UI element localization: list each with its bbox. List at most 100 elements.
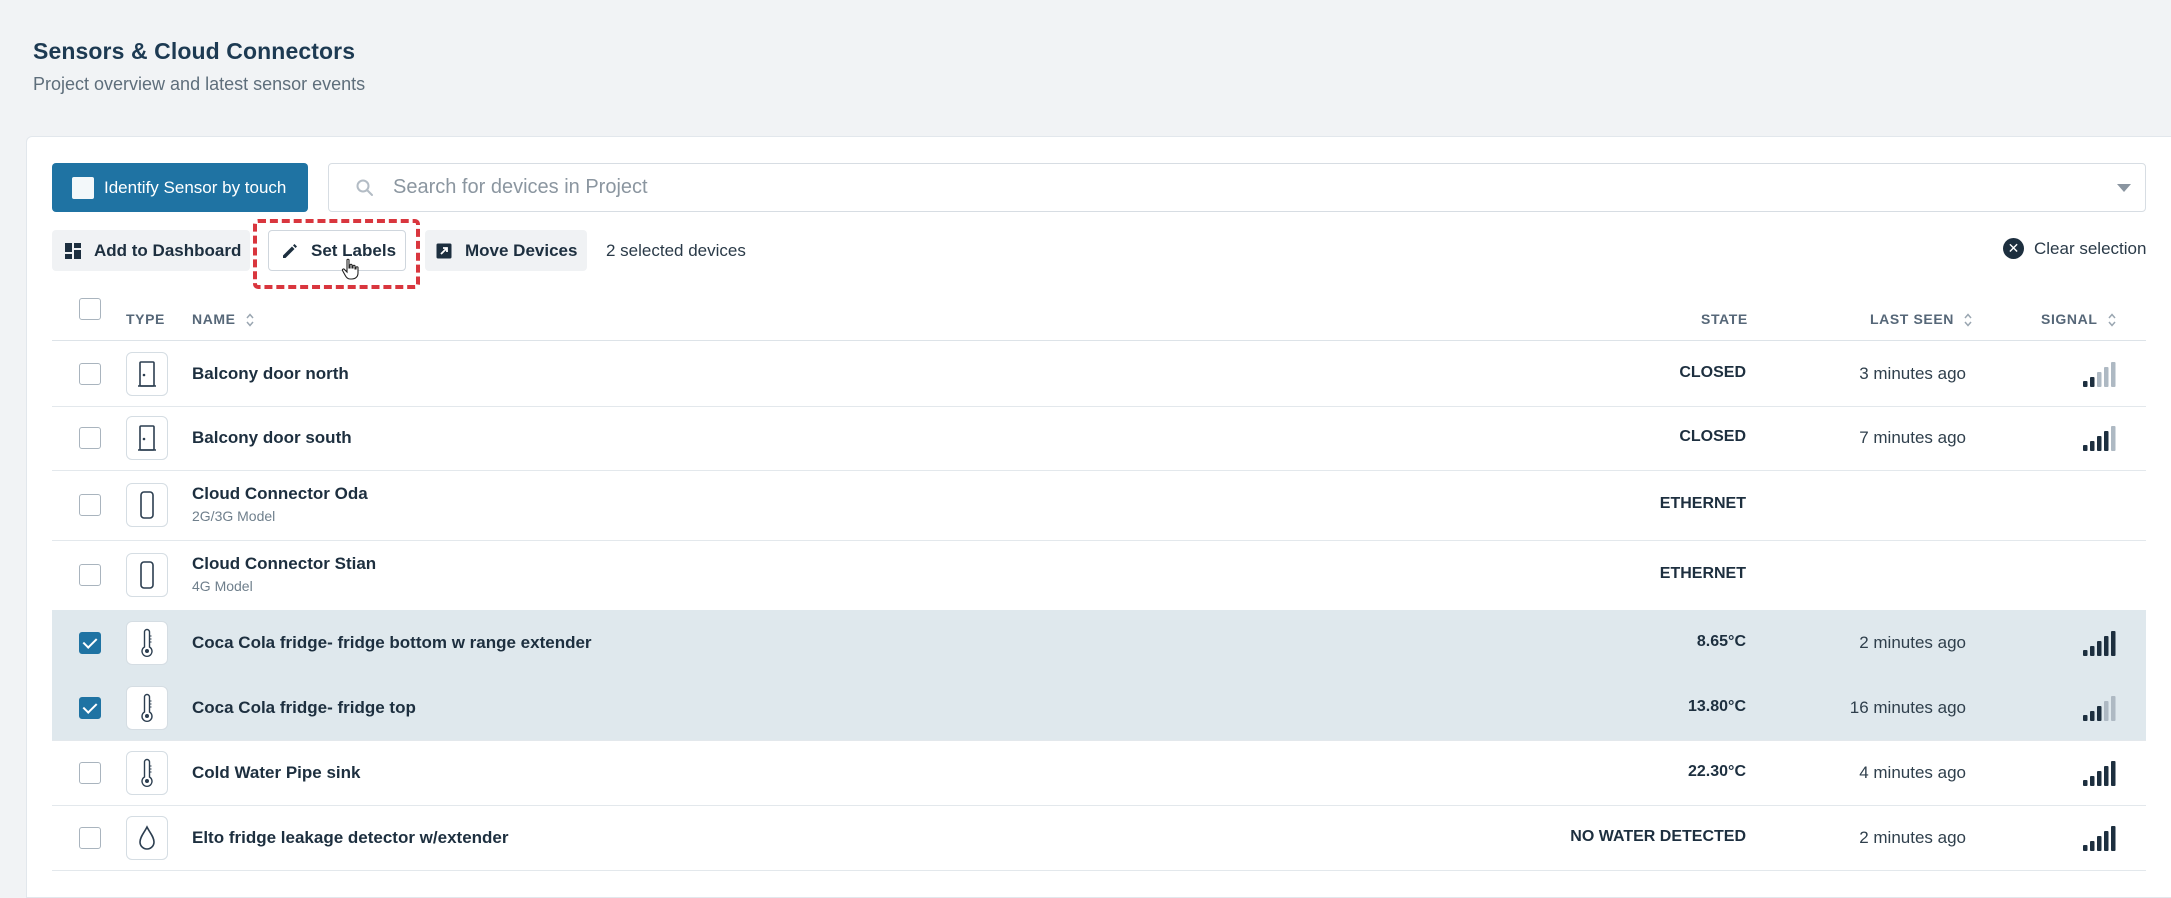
col-signal[interactable]: SIGNAL [2041, 311, 2116, 327]
close-icon: ✕ [2003, 238, 2024, 259]
row-checkbox[interactable] [79, 696, 101, 719]
thermometer-icon [126, 685, 168, 730]
device-name[interactable]: Coca Cola fridge- fridge bottom w range … [192, 633, 592, 653]
page-header: Sensors & Cloud Connectors Project overv… [33, 38, 365, 95]
device-state: 8.65°C [1696, 632, 1746, 650]
device-name[interactable]: Cold Water Pipe sink [192, 763, 360, 783]
signal-bar [2083, 844, 2088, 851]
identify-sensor-button[interactable]: Identify Sensor by touch [52, 163, 308, 212]
signal-bar [2090, 645, 2095, 656]
signal-bar [2090, 710, 2095, 721]
dashboard-icon [65, 242, 81, 259]
signal-bar [2111, 630, 2116, 656]
signal-bar [2104, 635, 2109, 656]
device-name[interactable]: Balcony door north [192, 364, 349, 384]
last-seen: 2 minutes ago [1859, 632, 1966, 652]
signal-bar [2104, 765, 2109, 786]
last-seen: 3 minutes ago [1859, 363, 1966, 383]
cloud-connector-icon [126, 483, 168, 527]
row-checkbox[interactable] [79, 631, 101, 654]
signal-strength-icon [2081, 759, 2119, 792]
table-row[interactable] [52, 540, 2146, 611]
device-name[interactable]: Coca Cola fridge- fridge top [192, 698, 416, 718]
signal-bar [2090, 441, 2095, 451]
device-name[interactable]: Cloud Connector Oda [192, 484, 368, 504]
signal-bar [2097, 835, 2102, 851]
sort-icon [246, 313, 254, 327]
signal-bar [2111, 426, 2116, 451]
select-all-checkbox[interactable] [79, 298, 101, 320]
signal-bar [2104, 366, 2109, 387]
device-state: CLOSED [1679, 428, 1746, 445]
signal-strength-icon [2081, 629, 2119, 662]
touch-sensor-icon [72, 176, 94, 199]
page-subtitle: Project overview and latest sensor event… [33, 74, 366, 94]
last-seen: 2 minutes ago [1859, 827, 1966, 847]
signal-bar [2083, 779, 2088, 786]
move-devices-button[interactable]: Move Devices [425, 230, 587, 271]
signal-bar [2111, 361, 2116, 387]
signal-bar [2097, 770, 2102, 786]
door-sensor-icon [126, 416, 168, 460]
sort-icon [2108, 313, 2116, 327]
row-checkbox[interactable] [79, 564, 101, 586]
row-checkbox[interactable] [79, 362, 101, 385]
clear-selection-button[interactable]: ✕ Clear selection [2003, 238, 2146, 259]
signal-bar [2090, 376, 2095, 387]
device-search[interactable] [328, 163, 2146, 212]
water-drop-icon [126, 815, 168, 860]
col-last-seen[interactable]: LAST SEEN [1870, 311, 1973, 327]
signal-bar [2090, 840, 2095, 851]
signal-bar [2111, 760, 2116, 786]
page-title: Sensors & Cloud Connectors [33, 38, 356, 64]
device-state: ETHERNET [1659, 495, 1746, 512]
device-model: 4G Model [192, 578, 253, 594]
thermometer-icon [126, 620, 168, 665]
search-icon [356, 179, 373, 196]
sort-icon [1964, 313, 1973, 327]
signal-bar [2090, 775, 2095, 786]
door-sensor-icon [126, 351, 168, 396]
signal-bar [2083, 380, 2088, 387]
col-type: TYPE [126, 311, 165, 327]
set-labels-highlight [253, 219, 420, 289]
move-devices-label: Move Devices [465, 240, 578, 260]
table-row[interactable] [52, 341, 2146, 407]
signal-bar [2097, 436, 2102, 451]
search-input[interactable] [391, 175, 1995, 200]
col-signal-label: SIGNAL [2041, 311, 2098, 327]
device-name[interactable]: Balcony door south [192, 428, 352, 448]
table-row[interactable] [52, 406, 2146, 471]
signal-bar [2097, 640, 2102, 656]
table-row[interactable] [52, 740, 2146, 806]
table-header [52, 290, 2146, 341]
cloud-connector-icon [126, 553, 168, 597]
move-arrow-icon [436, 243, 452, 258]
row-checkbox[interactable] [79, 494, 101, 516]
signal-strength-icon [2081, 824, 2119, 857]
chevron-down-icon[interactable] [2117, 184, 2131, 192]
signal-bar [2111, 825, 2116, 851]
signal-bar [2083, 714, 2088, 721]
row-checkbox[interactable] [79, 761, 101, 784]
col-name[interactable]: NAME [192, 311, 254, 327]
hand-cursor-icon [341, 258, 359, 280]
signal-strength-icon [2081, 694, 2119, 727]
device-state: 13.80°C [1688, 697, 1746, 715]
identify-sensor-label: Identify Sensor by touch [104, 177, 287, 197]
device-state: CLOSED [1679, 363, 1746, 381]
thermometer-icon [126, 750, 168, 795]
table-row[interactable] [52, 470, 2146, 541]
signal-bar [2083, 649, 2088, 656]
device-name[interactable]: Cloud Connector Stian [192, 554, 376, 574]
row-checkbox[interactable] [79, 826, 101, 849]
device-name[interactable]: Elto fridge leakage detector w/extender [192, 828, 508, 848]
signal-bar [2104, 431, 2109, 451]
device-state: 22.30°C [1688, 762, 1746, 780]
signal-bar [2111, 695, 2116, 721]
add-to-dashboard-button[interactable]: Add to Dashboard [52, 230, 250, 271]
signal-strength-icon [2081, 360, 2119, 393]
row-checkbox[interactable] [79, 427, 101, 449]
last-seen: 4 minutes ago [1859, 762, 1966, 782]
signal-bar [2083, 445, 2088, 451]
